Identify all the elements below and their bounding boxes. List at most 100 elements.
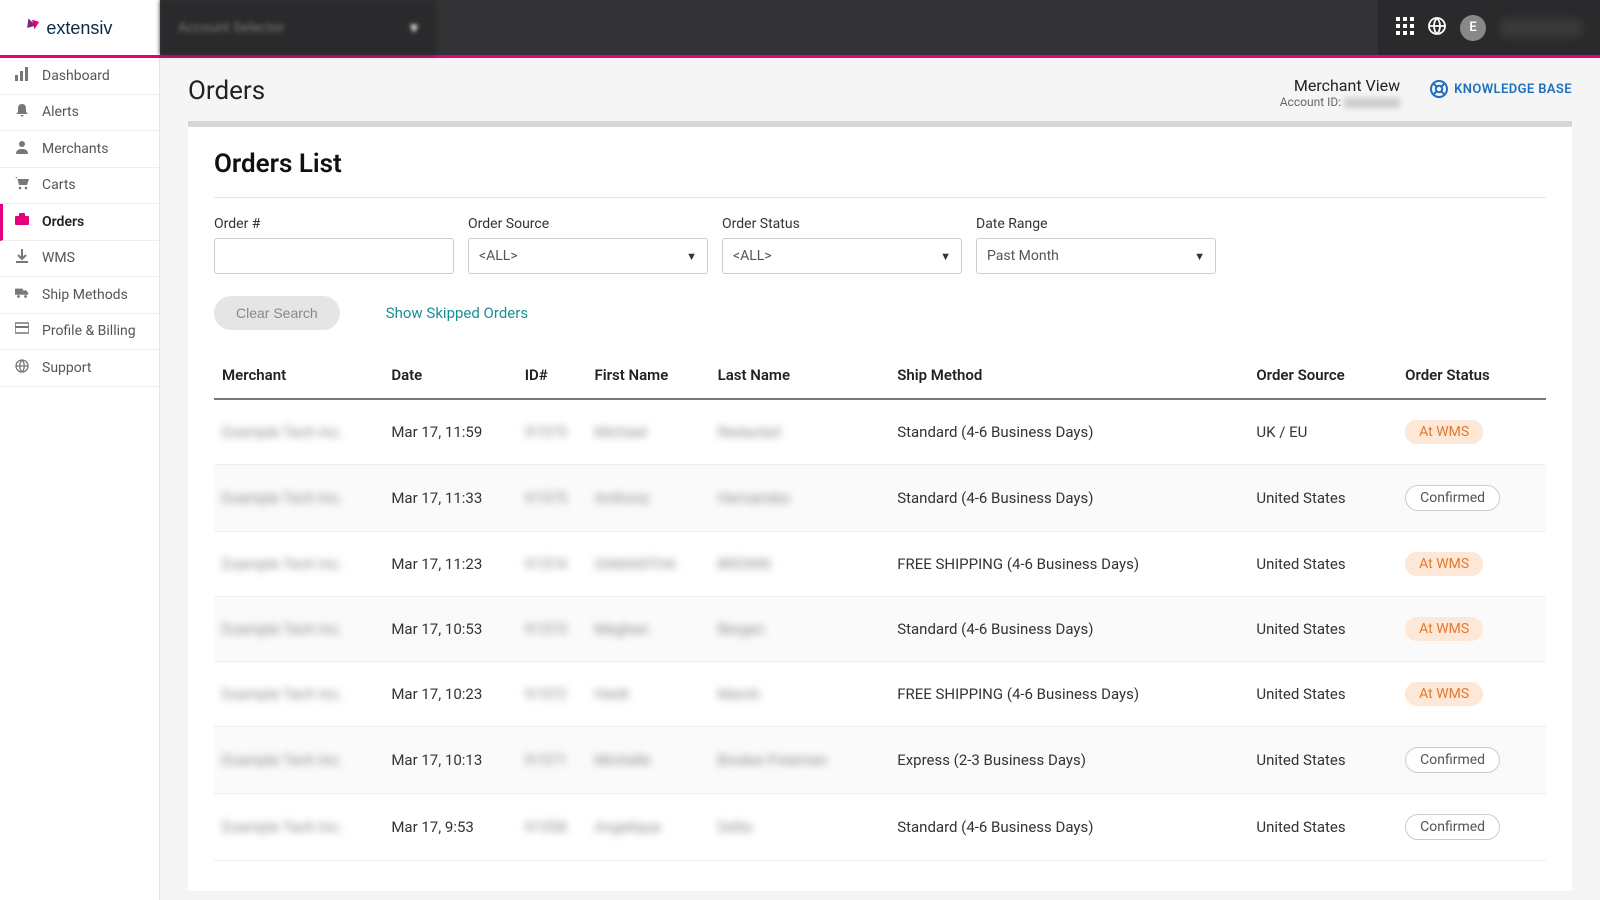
cell-date: Mar 17, 9:53 [383, 794, 516, 861]
cell-date: Mar 17, 11:23 [383, 532, 516, 597]
sidebar-item-merchants[interactable]: Merchants [0, 131, 159, 168]
table-header-row: Merchant Date ID# First Name Last Name S… [214, 356, 1546, 399]
table-row[interactable]: Example Tech Inc.Mar 17, 9:5391558Angeli… [214, 794, 1546, 861]
brand-logo[interactable]: extensiv [0, 0, 160, 55]
merchant-view-label: Merchant View [1280, 76, 1400, 95]
order-number-input[interactable] [214, 238, 454, 274]
content: Orders Merchant View Account ID: KNOWLED… [160, 58, 1600, 900]
col-id[interactable]: ID# [517, 356, 587, 399]
table-row[interactable]: Example Tech Inc.Mar 17, 10:5391573Megha… [214, 597, 1546, 662]
col-merchant[interactable]: Merchant [214, 356, 383, 399]
knowledge-base-label: KNOWLEDGE BASE [1454, 82, 1572, 97]
cell-order-status: Confirmed [1397, 794, 1546, 861]
cell-last-name: Redacted [710, 399, 890, 465]
cell-order-source: United States [1248, 465, 1397, 532]
merchant-view-block: Merchant View Account ID: [1280, 76, 1400, 109]
sidebar-item-ship-methods[interactable]: Ship Methods [0, 277, 159, 314]
date-range-select[interactable]: Past Month ▼ [976, 238, 1216, 274]
sidebar-item-wms[interactable]: WMS [0, 241, 159, 278]
col-date[interactable]: Date [383, 356, 516, 399]
status-badge: At WMS [1405, 552, 1483, 576]
table-row[interactable]: Example Tech Inc.Mar 17, 11:3391575Antho… [214, 465, 1546, 532]
caret-down-icon: ▼ [1194, 250, 1205, 263]
show-skipped-orders-link[interactable]: Show Skipped Orders [386, 304, 528, 322]
cell-merchant: Example Tech Inc. [214, 465, 383, 532]
order-source-select[interactable]: <ALL> ▼ [468, 238, 708, 274]
caret-down-icon: ▼ [686, 250, 697, 263]
filter-label: Order # [214, 216, 454, 232]
cell-date: Mar 17, 10:13 [383, 727, 516, 794]
avatar[interactable]: E [1460, 15, 1486, 41]
help-globe-icon[interactable] [1428, 17, 1446, 39]
sidebar-item-label: Orders [42, 214, 84, 230]
cell-id: 91575 [517, 399, 587, 465]
apps-grid-icon[interactable] [1396, 17, 1414, 39]
col-status[interactable]: Order Status [1397, 356, 1546, 399]
cell-last-name: Booker-Freeman [710, 727, 890, 794]
account-id-label: Account ID: [1280, 95, 1341, 109]
cell-id: 91575 [517, 465, 587, 532]
cell-date: Mar 17, 11:59 [383, 399, 516, 465]
sidebar-item-dashboard[interactable]: Dashboard [0, 58, 159, 95]
status-badge: At WMS [1405, 420, 1483, 444]
col-ship[interactable]: Ship Method [889, 356, 1248, 399]
cell-order-status: At WMS [1397, 399, 1546, 465]
bell-icon [14, 103, 30, 121]
cell-first-name: Angelique [586, 794, 709, 861]
cell-first-name: Meghan [586, 597, 709, 662]
sidebar-item-profile-billing[interactable]: Profile & Billing [0, 314, 159, 351]
status-badge: At WMS [1405, 617, 1483, 641]
sidebar-item-support[interactable]: Support [0, 350, 159, 387]
cell-first-name: Michelle [586, 727, 709, 794]
orders-panel: Orders List Order # Order Source <ALL> ▼… [188, 121, 1572, 891]
sidebar-item-label: WMS [42, 250, 75, 266]
account-selector-dropdown[interactable]: Account Selector ▾ [160, 0, 436, 55]
cart-icon [14, 176, 30, 194]
status-badge: Confirmed [1405, 747, 1500, 773]
cell-id: 91573 [517, 597, 587, 662]
cell-date: Mar 17, 10:53 [383, 597, 516, 662]
status-badge: At WMS [1405, 682, 1483, 706]
cell-merchant: Example Tech Inc. [214, 662, 383, 727]
lifebuoy-icon [1430, 80, 1448, 98]
truck-icon [14, 286, 30, 304]
cell-last-name: Marsh [710, 662, 890, 727]
cell-order-source: United States [1248, 532, 1397, 597]
page-title: Orders [188, 76, 265, 106]
sidebar-item-orders[interactable]: Orders [0, 204, 159, 241]
order-status-select[interactable]: <ALL> ▼ [722, 238, 962, 274]
knowledge-base-link[interactable]: KNOWLEDGE BASE [1430, 76, 1572, 98]
cell-merchant: Example Tech Inc. [214, 727, 383, 794]
orders-table: Merchant Date ID# First Name Last Name S… [214, 356, 1546, 861]
table-row[interactable]: Example Tech Inc.Mar 17, 10:2391572Heidi… [214, 662, 1546, 727]
cell-ship-method: Standard (4-6 Business Days) [889, 794, 1248, 861]
cell-last-name: Bergen [710, 597, 890, 662]
sidebar-item-label: Support [42, 360, 91, 376]
cell-order-status: Confirmed [1397, 727, 1546, 794]
actions-row: Clear Search Show Skipped Orders [214, 296, 1546, 330]
col-source[interactable]: Order Source [1248, 356, 1397, 399]
cell-merchant: Example Tech Inc. [214, 597, 383, 662]
cell-ship-method: Express (2-3 Business Days) [889, 727, 1248, 794]
sidebar-item-label: Alerts [42, 104, 79, 120]
table-row[interactable]: Example Tech Inc.Mar 17, 10:1391571Miche… [214, 727, 1546, 794]
user-icon [14, 140, 30, 158]
table-row[interactable]: Example Tech Inc.Mar 17, 11:5991575Micha… [214, 399, 1546, 465]
globe-icon [14, 359, 30, 377]
cell-ship-method: Standard (4-6 Business Days) [889, 399, 1248, 465]
cell-merchant: Example Tech Inc. [214, 794, 383, 861]
sidebar-item-alerts[interactable]: Alerts [0, 95, 159, 132]
topbar-right: E [1378, 0, 1600, 55]
sidebar-item-label: Merchants [42, 141, 108, 157]
cell-order-source: UK / EU [1248, 399, 1397, 465]
col-first[interactable]: First Name [586, 356, 709, 399]
cell-id: 91574 [517, 532, 587, 597]
select-value: Past Month [987, 248, 1059, 264]
table-row[interactable]: Example Tech Inc.Mar 17, 11:2391574SAMAN… [214, 532, 1546, 597]
cell-last-name: Delta [710, 794, 890, 861]
sidebar-item-carts[interactable]: Carts [0, 168, 159, 205]
download-icon [14, 249, 30, 267]
clear-search-button[interactable]: Clear Search [214, 296, 340, 330]
cell-first-name: SAMANTHA [586, 532, 709, 597]
col-last[interactable]: Last Name [710, 356, 890, 399]
